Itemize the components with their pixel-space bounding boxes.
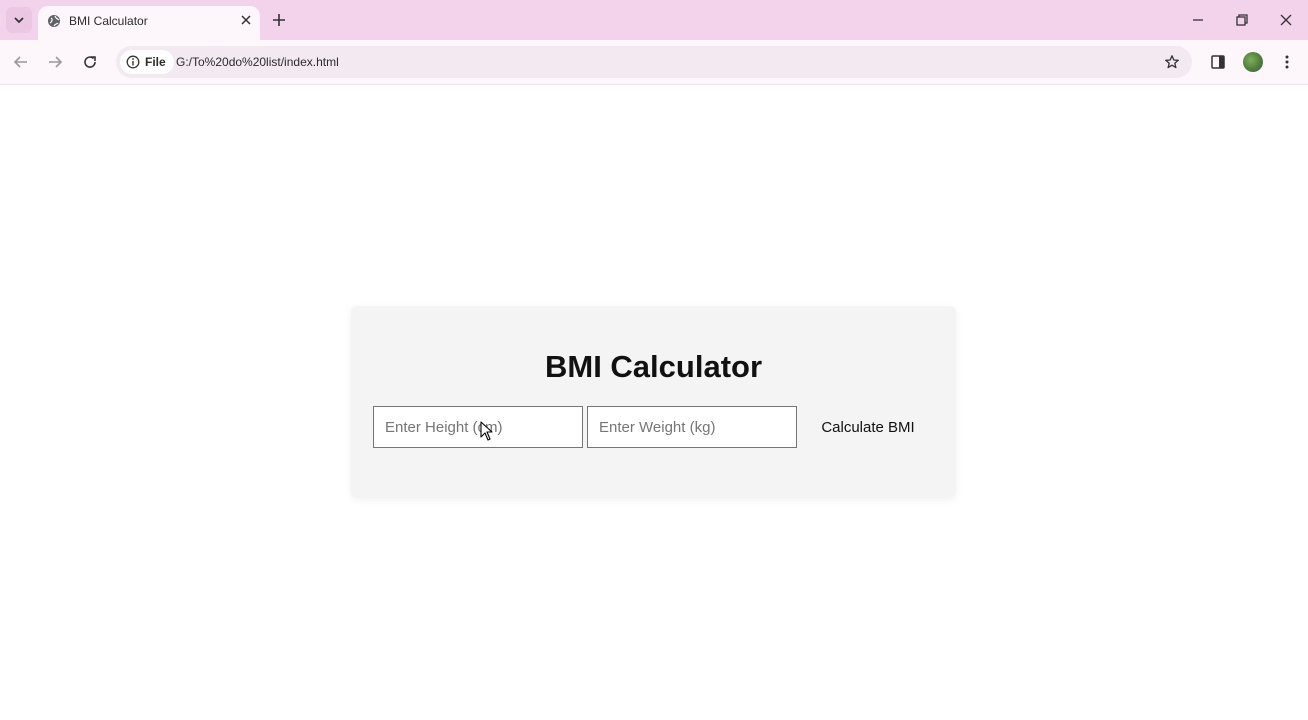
bookmark-star-icon[interactable] <box>1164 54 1180 70</box>
tab-search-button[interactable] <box>6 7 32 33</box>
info-icon <box>126 55 140 69</box>
chevron-down-icon <box>14 17 24 24</box>
calculate-bmi-button[interactable]: Calculate BMI <box>806 406 930 448</box>
page-title: BMI Calculator <box>544 349 763 384</box>
url-text[interactable]: G:/To%20do%20list/index.html <box>176 55 339 69</box>
globe-icon <box>48 15 60 27</box>
reload-icon[interactable] <box>81 53 99 71</box>
window-close-icon[interactable] <box>1278 12 1294 28</box>
close-icon[interactable] <box>238 12 254 28</box>
profile-avatar[interactable] <box>1243 52 1263 72</box>
weight-input[interactable] <box>587 406 797 448</box>
site-chip-label: File <box>145 55 166 69</box>
restore-icon[interactable] <box>1234 12 1250 28</box>
site-info-chip[interactable]: File <box>120 50 174 74</box>
more-menu-icon[interactable] <box>1278 53 1296 71</box>
height-input[interactable] <box>373 406 583 448</box>
tab-strip: BMI Calculator <box>0 0 1308 40</box>
address-bar[interactable]: File G:/To%20do%20list/index.html <box>116 46 1192 78</box>
minimize-icon[interactable] <box>1190 12 1206 28</box>
side-panel-icon[interactable] <box>1209 53 1227 71</box>
bmi-calculator-card: BMI Calculator Calculate BMI <box>351 306 956 498</box>
back-icon[interactable] <box>12 53 30 71</box>
browser-toolbar: File G:/To%20do%20list/index.html <box>0 40 1308 85</box>
new-tab-icon[interactable] <box>270 11 288 29</box>
forward-icon[interactable] <box>46 53 64 71</box>
tab-title: BMI Calculator <box>69 14 148 28</box>
tab-bmi-calculator[interactable]: BMI Calculator <box>38 6 260 40</box>
